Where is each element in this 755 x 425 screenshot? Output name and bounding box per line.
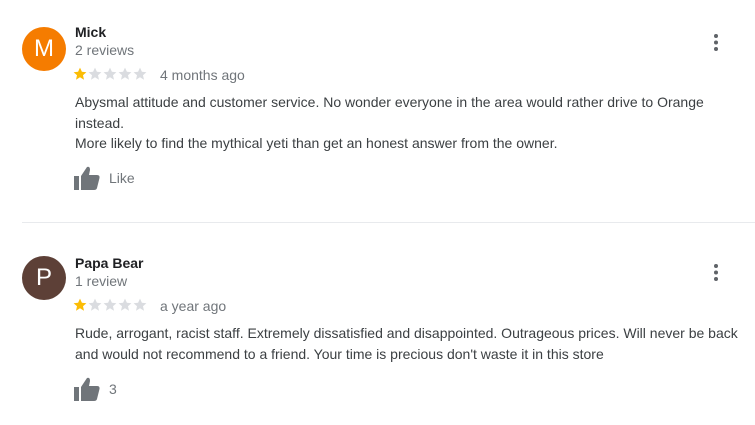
avatar[interactable]: P	[22, 256, 66, 300]
more-vert-icon[interactable]	[706, 261, 726, 285]
star-empty-icon	[103, 67, 117, 80]
star-empty-icon	[88, 67, 102, 80]
review-text-line: Abysmal attitude and customer service. N…	[75, 94, 704, 131]
star-empty-icon	[103, 298, 117, 311]
star-rating	[73, 298, 147, 312]
like-button[interactable]: 3	[74, 377, 117, 401]
author-review-count[interactable]: 2 reviews	[75, 42, 134, 58]
star-rating	[73, 67, 147, 81]
author-name[interactable]: Papa Bear	[75, 255, 143, 271]
star-empty-icon	[133, 67, 147, 80]
like-button[interactable]: Like	[74, 166, 135, 190]
review-text-line: More likely to find the mythical yeti th…	[75, 135, 558, 151]
review-text-line: Rude, arrogant, racist staff. Extremely …	[75, 325, 738, 362]
star-filled-icon	[73, 67, 87, 80]
star-empty-icon	[118, 298, 132, 311]
author-review-count[interactable]: 1 review	[75, 273, 127, 289]
star-empty-icon	[118, 67, 132, 80]
review-text: Abysmal attitude and customer service. N…	[75, 92, 745, 154]
author-name[interactable]: Mick	[75, 24, 106, 40]
thumb-up-icon	[74, 166, 100, 190]
avatar[interactable]: M	[22, 27, 66, 71]
like-label: Like	[109, 170, 135, 186]
more-vert-icon[interactable]	[706, 31, 726, 55]
review-date: a year ago	[160, 298, 227, 314]
review-divider	[22, 222, 755, 223]
star-empty-icon	[88, 298, 102, 311]
star-filled-icon	[73, 298, 87, 311]
like-count: 3	[109, 381, 117, 397]
review-text: Rude, arrogant, racist staff. Extremely …	[75, 323, 745, 364]
thumb-up-icon	[74, 377, 100, 401]
star-empty-icon	[133, 298, 147, 311]
review-date: 4 months ago	[160, 67, 245, 83]
